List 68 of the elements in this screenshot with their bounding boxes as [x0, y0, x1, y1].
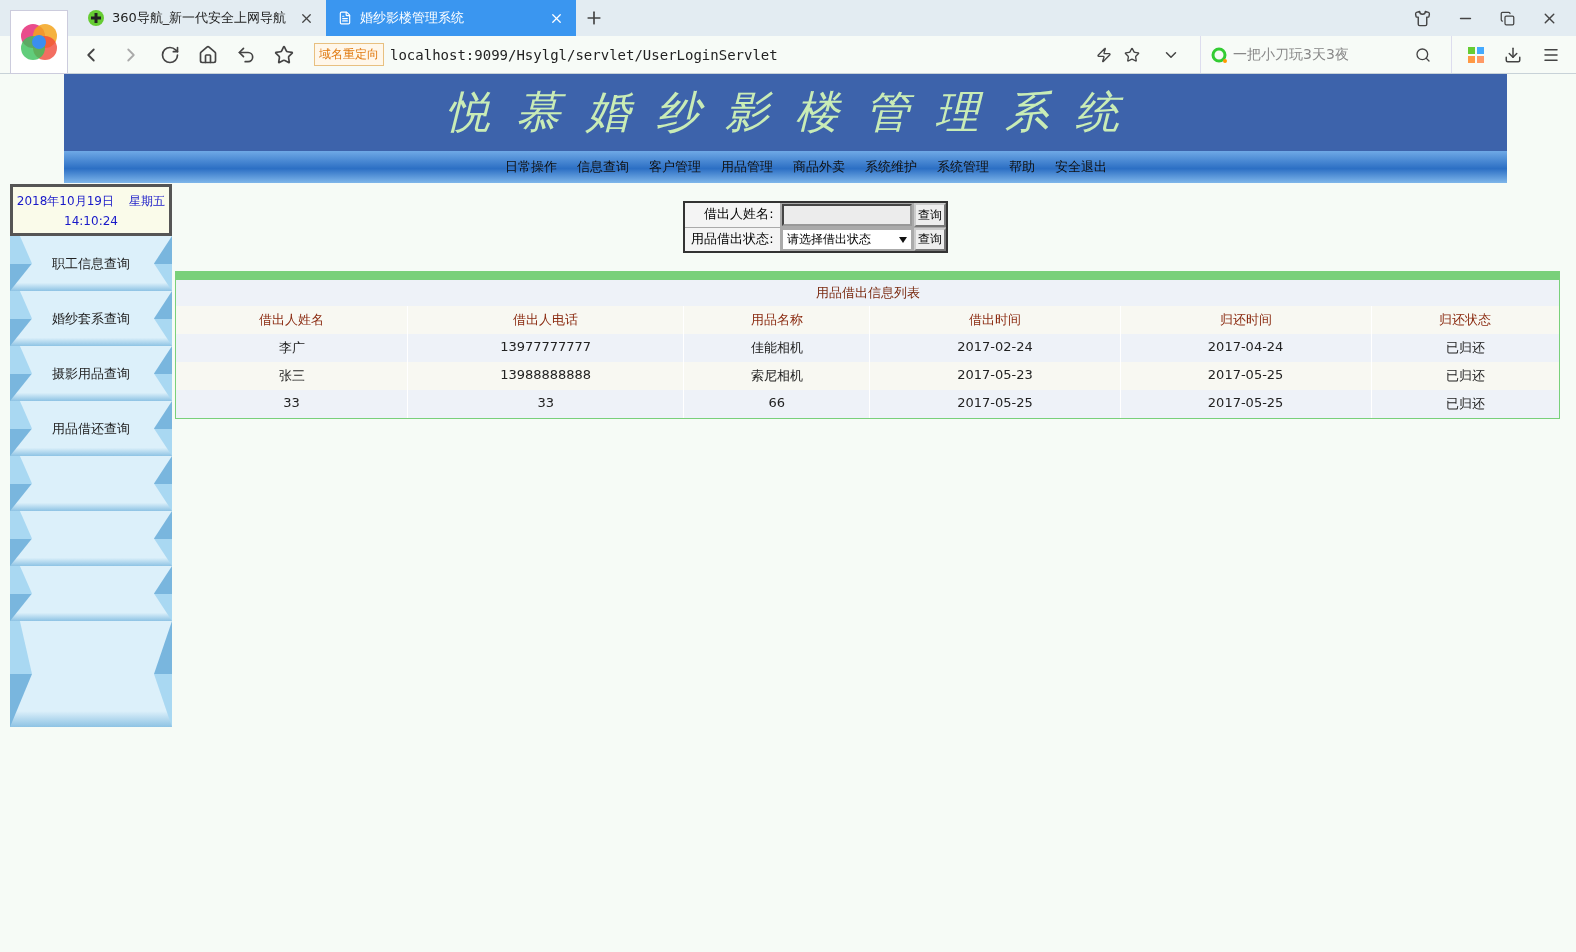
page-icon: [338, 11, 352, 25]
nav-link[interactable]: 帮助: [1008, 158, 1035, 176]
nav-link[interactable]: 系统管理: [936, 158, 989, 176]
sidebar-item[interactable]: 职工信息查询: [10, 236, 172, 291]
name-input[interactable]: [781, 204, 912, 226]
restore-icon[interactable]: [1500, 10, 1515, 27]
table-cell: 33: [176, 390, 408, 418]
bookmark-star-icon[interactable]: [1124, 46, 1140, 63]
table-cell: 2017-05-23: [870, 362, 1120, 390]
nav-link[interactable]: 信息查询: [576, 158, 629, 176]
tab-title: 婚纱影楼管理系统: [360, 9, 465, 27]
table-cell: 已归还: [1371, 390, 1559, 418]
table-cell: 2017-05-25: [1120, 362, 1371, 390]
browser-logo[interactable]: [10, 10, 68, 74]
nav-link[interactable]: 系统维护: [864, 158, 917, 176]
table-cell: 13977777777: [408, 334, 684, 362]
column-header: 借出人姓名: [176, 306, 408, 334]
table-cell: 2017-04-24: [1120, 334, 1371, 362]
redirect-badge: 域名重定向: [314, 43, 384, 66]
sidebar-item[interactable]: 摄影用品查询: [10, 346, 172, 401]
table-cell: 2017-05-25: [870, 390, 1120, 418]
tab-title: 360导航_新一代安全上网导航: [112, 9, 288, 27]
nav-link[interactable]: 商品外卖: [792, 158, 845, 176]
column-header: 借出人电话: [408, 306, 684, 334]
table-cell: 66: [684, 390, 870, 418]
star-icon[interactable]: [274, 43, 294, 66]
table-cell: 李广: [176, 334, 408, 362]
table-cell: 张三: [176, 362, 408, 390]
column-header: 归还时间: [1120, 306, 1371, 334]
table-cell: 13988888888: [408, 362, 684, 390]
nav-link[interactable]: 日常操作: [504, 158, 557, 176]
date-text: 2018年10月19日 星期五: [16, 192, 166, 210]
search-icon[interactable]: [1415, 46, 1431, 63]
field-label: 用品借出状态:: [685, 228, 780, 251]
query-button[interactable]: 查询: [913, 203, 946, 227]
nav-link[interactable]: 用品管理: [720, 158, 773, 176]
table-cell: 已归还: [1371, 334, 1559, 362]
shirt-icon[interactable]: [1414, 10, 1431, 27]
table-cell: 33: [408, 390, 684, 418]
column-header: 用品名称: [684, 306, 870, 334]
column-header: 归还状态: [1371, 306, 1559, 334]
sidebar-item[interactable]: 用品借还查询: [10, 401, 172, 456]
table-cell: 2017-05-25: [1120, 390, 1371, 418]
table-title: 用品借出信息列表: [176, 280, 1559, 306]
column-header: 借出时间: [870, 306, 1120, 334]
nav-link[interactable]: 客户管理: [648, 158, 701, 176]
download-icon[interactable]: [1504, 45, 1522, 64]
nav-link[interactable]: 安全退出: [1054, 158, 1107, 176]
table-cell: 佳能相机: [684, 334, 870, 362]
browser-tab[interactable]: 婚纱影楼管理系统: [326, 0, 576, 36]
table-cell: 2017-02-24: [870, 334, 1120, 362]
browser-tab[interactable]: 360导航_新一代安全上网导航: [76, 0, 326, 36]
system-title: 悦 慕 婚 纱 影 楼 管 理 系 统: [445, 85, 1126, 139]
sidebar-item[interactable]: 婚纱套系查询: [10, 291, 172, 346]
status-select[interactable]: 请选择借出状态: [781, 229, 912, 250]
field-label: 借出人姓名:: [685, 203, 780, 227]
table-cell: 索尼相机: [684, 362, 870, 390]
caret-icon: [898, 236, 907, 243]
url-field[interactable]: localhost:9099/Hsylgl/servlet/UserLoginServlet: [390, 46, 778, 63]
ring-icon: [1211, 46, 1227, 63]
time-text: 14:10:24: [64, 213, 118, 228]
search-field[interactable]: 一把小刀玩3天3夜: [1200, 36, 1431, 73]
plus-badge-icon: [88, 10, 104, 26]
table-cell: 已归还: [1371, 362, 1559, 390]
home-icon[interactable]: [198, 43, 218, 66]
lightning-icon[interactable]: [1096, 46, 1112, 63]
pinwheel-logo-icon: [18, 21, 60, 63]
query-button[interactable]: 查询: [913, 228, 946, 251]
